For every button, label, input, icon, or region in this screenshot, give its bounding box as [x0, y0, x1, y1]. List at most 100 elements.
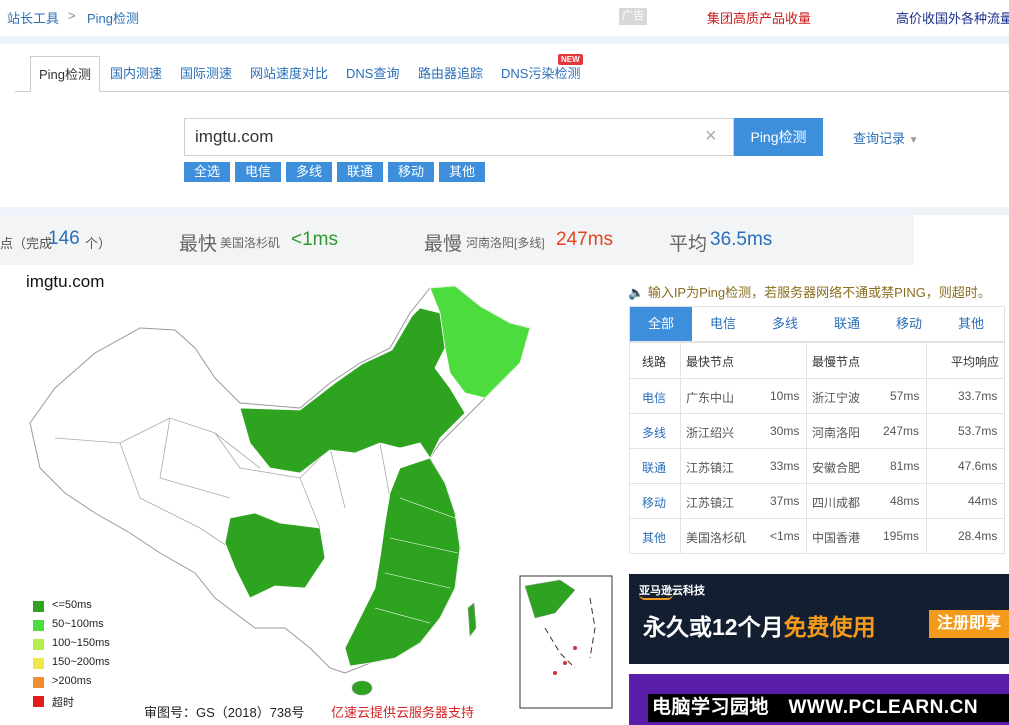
tab-dns-query[interactable]: DNS查询	[346, 56, 399, 92]
row-slow-node: 河南洛阳	[812, 426, 861, 440]
row-fast-node: 江苏镇江	[686, 461, 735, 475]
notice: 🔈 输入IP为Ping检测，若服务器网络不通或禁PING，则超时。	[628, 282, 991, 301]
row-avg: 28.4ms	[958, 529, 998, 543]
ad-tag: 广告	[619, 8, 647, 25]
section-divider	[0, 207, 1009, 215]
row-fast-node: 广东中山	[686, 391, 735, 405]
row-slow-ms: 81ms	[890, 459, 920, 473]
search-input[interactable]	[195, 119, 675, 155]
breadcrumb-home-link[interactable]: 站长工具	[7, 8, 59, 27]
header-fastest: 最快节点	[686, 355, 735, 369]
row-avg: 53.7ms	[958, 424, 998, 438]
legend-swatch	[33, 639, 44, 650]
aws-ad-banner[interactable]: 亚马逊云科技 永久或12个月免费使用 注册即享	[629, 574, 1009, 664]
result-tab-other[interactable]: 其他	[940, 307, 1002, 341]
filter-other[interactable]: 其他	[439, 162, 485, 182]
row-line[interactable]: 移动	[642, 494, 666, 511]
region-north-green	[239, 307, 466, 474]
speaker-icon: 🔈	[628, 285, 645, 300]
fastest-label: 最快	[179, 234, 218, 255]
filter-all[interactable]: 全选	[184, 162, 230, 182]
row-avg: 47.6ms	[958, 459, 998, 473]
tab-site-speed-compare[interactable]: 网站速度对比	[250, 56, 328, 92]
table-row: 电信 广东中山 10ms 浙江宁波 57ms 33.7ms	[630, 378, 1004, 413]
slowest-label: 最慢	[424, 234, 463, 255]
avg-label: 平均	[669, 234, 708, 255]
breadcrumb-current[interactable]: Ping检测	[87, 8, 139, 27]
section-divider	[0, 36, 1009, 44]
result-tabs: 全部 电信 多线 联通 移动 其他	[629, 306, 1005, 342]
history-dropdown[interactable]: 查询记录 ▼	[853, 128, 919, 147]
result-tab-multiline[interactable]: 多线	[754, 307, 816, 341]
result-tab-telecom[interactable]: 电信	[692, 307, 754, 341]
header-line: 线路	[642, 355, 667, 369]
clear-icon[interactable]: ×	[705, 125, 717, 148]
row-fast-node: 江苏镇江	[686, 496, 735, 510]
row-fast-node: 浙江绍兴	[686, 426, 735, 440]
row-avg: 44ms	[968, 494, 998, 508]
row-line[interactable]: 多线	[642, 424, 666, 441]
row-line[interactable]: 电信	[642, 389, 666, 406]
fastest-node: 美国洛杉矶	[220, 236, 281, 250]
legend-swatch	[33, 658, 44, 669]
row-slow-node: 四川成都	[812, 496, 861, 510]
slowest-node: 河南洛阳[多线]	[466, 236, 545, 250]
avg-value: 36.5ms	[710, 229, 773, 250]
slowest-value: 247ms	[556, 229, 614, 250]
filter-unicom[interactable]: 联通	[337, 162, 383, 182]
legend-swatch	[33, 620, 44, 631]
row-line[interactable]: 联通	[642, 459, 666, 476]
row-line[interactable]: 其他	[642, 529, 666, 546]
row-slow-ms: 57ms	[890, 389, 920, 403]
top-ad-link-1[interactable]: 集团高质产品收量	[707, 8, 811, 27]
row-slow-ms: 195ms	[883, 529, 920, 543]
row-slow-node: 浙江宁波	[812, 391, 861, 405]
map-credit-link[interactable]: 亿速云提供云服务器支持	[331, 702, 474, 721]
filter-telecom[interactable]: 电信	[235, 162, 281, 182]
filter-mobile[interactable]: 移动	[388, 162, 434, 182]
row-avg: 33.7ms	[958, 389, 998, 403]
result-tab-all[interactable]: 全部	[630, 307, 692, 341]
row-slow-ms: 48ms	[890, 494, 920, 508]
fastest-value: <1ms	[291, 229, 338, 250]
legend-swatch	[33, 601, 44, 612]
aws-cta-button[interactable]: 注册即享	[929, 610, 1009, 638]
header-slowest: 最慢节点	[812, 355, 861, 369]
map-approval-number: 审图号：GS（2018）738号	[144, 705, 305, 720]
done-prefix: 点（完成	[0, 236, 53, 251]
header-average: 平均响应	[951, 355, 1000, 369]
row-slow-node: 安徽合肥	[812, 461, 861, 475]
tab-domestic-speed[interactable]: 国内测速	[110, 56, 162, 92]
legend-label: 150~200ms	[52, 656, 110, 668]
filter-multiline[interactable]: 多线	[286, 162, 332, 182]
table-row: 移动 江苏镇江 37ms 四川成都 48ms 44ms	[630, 483, 1004, 518]
tab-international-speed[interactable]: 国际测速	[180, 56, 232, 92]
legend-swatch	[33, 696, 44, 707]
top-bar: 站长工具 > Ping检测 广告 集团高质产品收量 高价收国外各种流量	[0, 0, 1009, 36]
caret-down-icon: ▼	[908, 135, 919, 146]
row-slow-node: 中国香港	[812, 531, 861, 545]
notice-text: 输入IP为Ping检测，若服务器网络不通或禁PING，则超时。	[647, 285, 991, 300]
row-fast-ms: 10ms	[770, 389, 800, 403]
row-fast-ms: <1ms	[770, 529, 800, 543]
ping-button[interactable]: Ping检测	[734, 118, 823, 156]
tab-traceroute[interactable]: 路由器追踪	[418, 56, 483, 92]
tab-ping[interactable]: Ping检测	[30, 56, 101, 92]
row-fast-ms: 30ms	[770, 424, 800, 438]
legend-label: <=50ms	[52, 599, 92, 611]
result-tab-mobile[interactable]: 移动	[878, 307, 940, 341]
table-header-row: 线路 最快节点 最慢节点 平均响应	[630, 343, 1004, 378]
site-watermark: 电脑学习园地 WWW.PCLEARN.CN	[648, 694, 1009, 722]
search-box: ×	[184, 118, 734, 156]
breadcrumb-separator: >	[68, 8, 76, 23]
history-label: 查询记录	[853, 131, 906, 146]
legend-label: 超时	[52, 697, 74, 709]
result-tab-unicom[interactable]: 联通	[816, 307, 878, 341]
legend-swatch	[33, 677, 44, 688]
done-count: 146	[48, 228, 80, 249]
row-fast-ms: 37ms	[770, 494, 800, 508]
new-badge: NEW	[558, 54, 583, 65]
top-ad-link-2[interactable]: 高价收国外各种流量	[896, 8, 1009, 27]
result-table: 线路 最快节点 最慢节点 平均响应 电信 广东中山 10ms 浙江宁波 57ms…	[629, 342, 1005, 554]
table-row: 联通 江苏镇江 33ms 安徽合肥 81ms 47.6ms	[630, 448, 1004, 483]
